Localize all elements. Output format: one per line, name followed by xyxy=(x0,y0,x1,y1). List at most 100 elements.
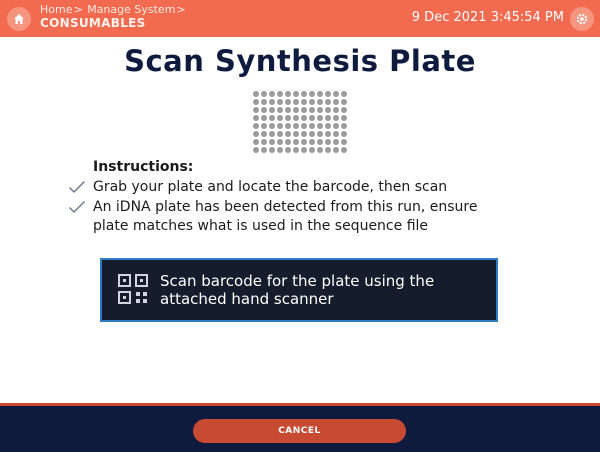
plate-well-dot xyxy=(285,123,291,129)
plate-well-dot xyxy=(253,115,259,121)
plate-well-dot xyxy=(333,123,339,129)
plate-well-dot xyxy=(253,131,259,137)
plate-well-dot xyxy=(261,123,267,129)
plate-well-dot xyxy=(253,107,259,113)
plate-well-dot xyxy=(309,123,315,129)
plate-well-dot xyxy=(253,123,259,129)
plate-well-dot xyxy=(285,99,291,105)
plate-well-dot xyxy=(277,99,283,105)
plate-well-dot xyxy=(261,107,267,113)
plate-well-dot xyxy=(253,99,259,105)
page-title: Scan Synthesis Plate xyxy=(124,44,476,78)
plate-well-dot xyxy=(285,115,291,121)
plate-well-dot xyxy=(309,131,315,137)
plate-well-dot xyxy=(293,147,299,153)
plate-well-dot xyxy=(317,107,323,113)
plate-well-dot xyxy=(261,147,267,153)
plate-well-dot xyxy=(269,131,275,137)
plate-well-dot xyxy=(341,99,347,105)
plate-well-dot xyxy=(341,123,347,129)
plate-well-dot xyxy=(277,147,283,153)
plate-well-dot xyxy=(317,99,323,105)
plate-well-dot xyxy=(277,131,283,137)
plate-well-dot xyxy=(277,91,283,97)
plate-well-dot xyxy=(293,115,299,121)
plate-well-dot xyxy=(325,147,331,153)
plate-well-dot xyxy=(301,99,307,105)
plate-well-dot xyxy=(261,115,267,121)
top-bar: Home> Manage System> CONSUMABLES 9 Dec 2… xyxy=(0,0,600,37)
plate-well-dot xyxy=(333,147,339,153)
plate-well-dot xyxy=(333,99,339,105)
plate-well-dot xyxy=(341,131,347,137)
plate-well-dot xyxy=(325,139,331,145)
plate-well-dot xyxy=(261,139,267,145)
plate-well-dot xyxy=(285,147,291,153)
plate-well-dot xyxy=(277,123,283,129)
plate-well-dot xyxy=(269,99,275,105)
plate-well-dot xyxy=(317,147,323,153)
breadcrumb-home[interactable]: Home xyxy=(40,3,72,16)
plate-well-dot xyxy=(325,131,331,137)
plate-well-dot xyxy=(293,123,299,129)
plate-well-dot xyxy=(325,99,331,105)
plate-well-dot xyxy=(277,107,283,113)
plate-well-dot xyxy=(341,139,347,145)
plate-well-dot xyxy=(261,99,267,105)
plate-well-dot xyxy=(301,139,307,145)
plate-well-dot xyxy=(309,99,315,105)
plate-well-dot xyxy=(293,91,299,97)
cancel-button[interactable]: CANCEL xyxy=(193,419,406,443)
plate-well-dot xyxy=(293,99,299,105)
plate-well-dot xyxy=(285,131,291,137)
plate-well-dot xyxy=(333,139,339,145)
plate-well-dot xyxy=(261,91,267,97)
instruction-step-text: Grab your plate and locate the barcode, … xyxy=(93,179,448,195)
plate-well-dot xyxy=(269,147,275,153)
instruction-step-text: An iDNA plate has been detected from thi… xyxy=(93,199,478,234)
checkmark-icon xyxy=(68,200,86,214)
plate-well-dot xyxy=(333,131,339,137)
plate-well-dot xyxy=(301,123,307,129)
plate-well-dot xyxy=(317,115,323,121)
plate-well-dot xyxy=(261,131,267,137)
plate-well-dot xyxy=(285,139,291,145)
plate-well-dot xyxy=(309,107,315,113)
plate-well-dot xyxy=(277,115,283,121)
plate-well-dot xyxy=(309,147,315,153)
home-icon xyxy=(14,14,24,24)
plate-well-dot xyxy=(309,115,315,121)
breadcrumb-separator: > xyxy=(176,3,186,16)
datetime: 9 Dec 2021 3:45:54 PM xyxy=(411,10,564,25)
plate-well-dot xyxy=(269,139,275,145)
plate-well-dot xyxy=(341,147,347,153)
plate-well-dot xyxy=(317,123,323,129)
breadcrumb: Home> Manage System> xyxy=(40,4,187,16)
plate-well-dot xyxy=(269,107,275,113)
breadcrumb-manage-system[interactable]: Manage System xyxy=(87,3,175,16)
plate-well-dot xyxy=(253,91,259,97)
scan-instruction-text: Scan barcode for the plate using the att… xyxy=(160,272,435,308)
plate-well-dot xyxy=(269,91,275,97)
home-button[interactable] xyxy=(7,7,31,31)
plate-well-dot xyxy=(309,91,315,97)
plate-well-dot xyxy=(325,115,331,121)
plate-well-dot xyxy=(253,147,259,153)
plate-well-dot xyxy=(301,115,307,121)
gear-icon xyxy=(576,13,588,25)
96-well-plate-icon xyxy=(252,90,348,154)
plate-well-dot xyxy=(293,107,299,113)
settings-button[interactable] xyxy=(570,7,594,31)
plate-well-dot xyxy=(285,107,291,113)
plate-well-dot xyxy=(301,131,307,137)
breadcrumb-separator: > xyxy=(73,3,83,16)
scan-barcode-panel: Scan barcode for the plate using the att… xyxy=(100,258,498,322)
plate-well-dot xyxy=(293,131,299,137)
plate-well-dot xyxy=(341,115,347,121)
plate-well-dot xyxy=(269,123,275,129)
section-title: CONSUMABLES xyxy=(40,16,146,30)
checkmark-icon xyxy=(68,180,86,194)
plate-well-dot xyxy=(301,91,307,97)
plate-well-dot xyxy=(277,139,283,145)
plate-well-dot xyxy=(325,123,331,129)
